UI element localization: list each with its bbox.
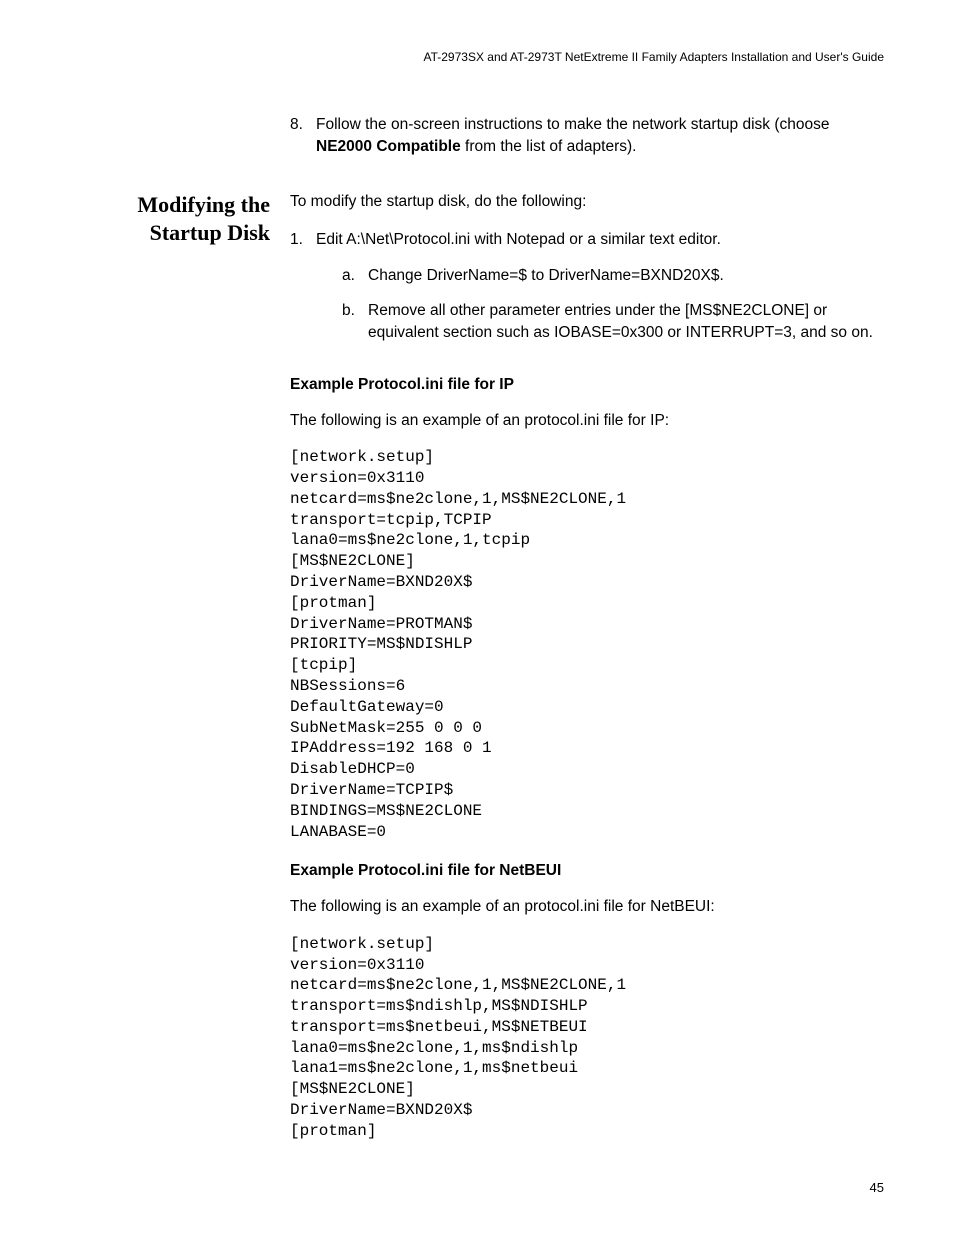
text-before: Follow the on-screen instructions to mak…: [316, 116, 829, 133]
item-text: Remove all other parameter entries under…: [368, 300, 884, 343]
code-block-ip: [network.setup] version=0x3110 netcard=m…: [290, 447, 884, 842]
item-letter: b.: [342, 300, 368, 343]
item-number: 1.: [290, 229, 316, 358]
page: AT-2973SX and AT-2973T NetExtreme II Fam…: [0, 0, 954, 1235]
running-header: AT-2973SX and AT-2973T NetExtreme II Fam…: [70, 50, 884, 64]
item-text: Follow the on-screen instructions to mak…: [316, 114, 884, 157]
side-heading-line2: Startup Disk: [150, 220, 270, 245]
row-modifying: Modifying the Startup Disk To modify the…: [70, 191, 884, 1159]
list-item-1b: b. Remove all other parameter entries un…: [342, 300, 884, 343]
list-item-1a: a. Change DriverName=$ to DriverName=BXN…: [342, 265, 884, 287]
section-side-heading: Modifying the Startup Disk: [70, 191, 290, 246]
code-block-netbeui: [network.setup] version=0x3110 netcard=m…: [290, 934, 884, 1142]
step1-text: Edit A:\Net\Protocol.ini with Notepad or…: [316, 231, 721, 248]
bold-text: NE2000 Compatible: [316, 138, 461, 155]
main-col-step8: 8. Follow the on-screen instructions to …: [290, 114, 884, 173]
intro-paragraph: To modify the startup disk, do the follo…: [290, 191, 884, 213]
main-content: To modify the startup disk, do the follo…: [290, 191, 884, 1159]
row-step8: 8. Follow the on-screen instructions to …: [70, 114, 884, 173]
item-number: 8.: [290, 114, 316, 157]
page-number: 45: [870, 1180, 884, 1195]
example-netbeui-heading: Example Protocol.ini file for NetBEUI: [290, 860, 884, 882]
example-ip-heading: Example Protocol.ini file for IP: [290, 374, 884, 396]
item-text: Change DriverName=$ to DriverName=BXND20…: [368, 265, 884, 287]
list-item-8: 8. Follow the on-screen instructions to …: [290, 114, 884, 157]
example-netbeui-intro: The following is an example of an protoc…: [290, 896, 884, 918]
side-heading-line1: Modifying the: [137, 192, 270, 217]
list-item-1: 1. Edit A:\Net\Protocol.ini with Notepad…: [290, 229, 884, 358]
item-text: Edit A:\Net\Protocol.ini with Notepad or…: [316, 229, 884, 358]
item-letter: a.: [342, 265, 368, 287]
example-ip-intro: The following is an example of an protoc…: [290, 410, 884, 432]
text-after: from the list of adapters).: [461, 138, 637, 155]
